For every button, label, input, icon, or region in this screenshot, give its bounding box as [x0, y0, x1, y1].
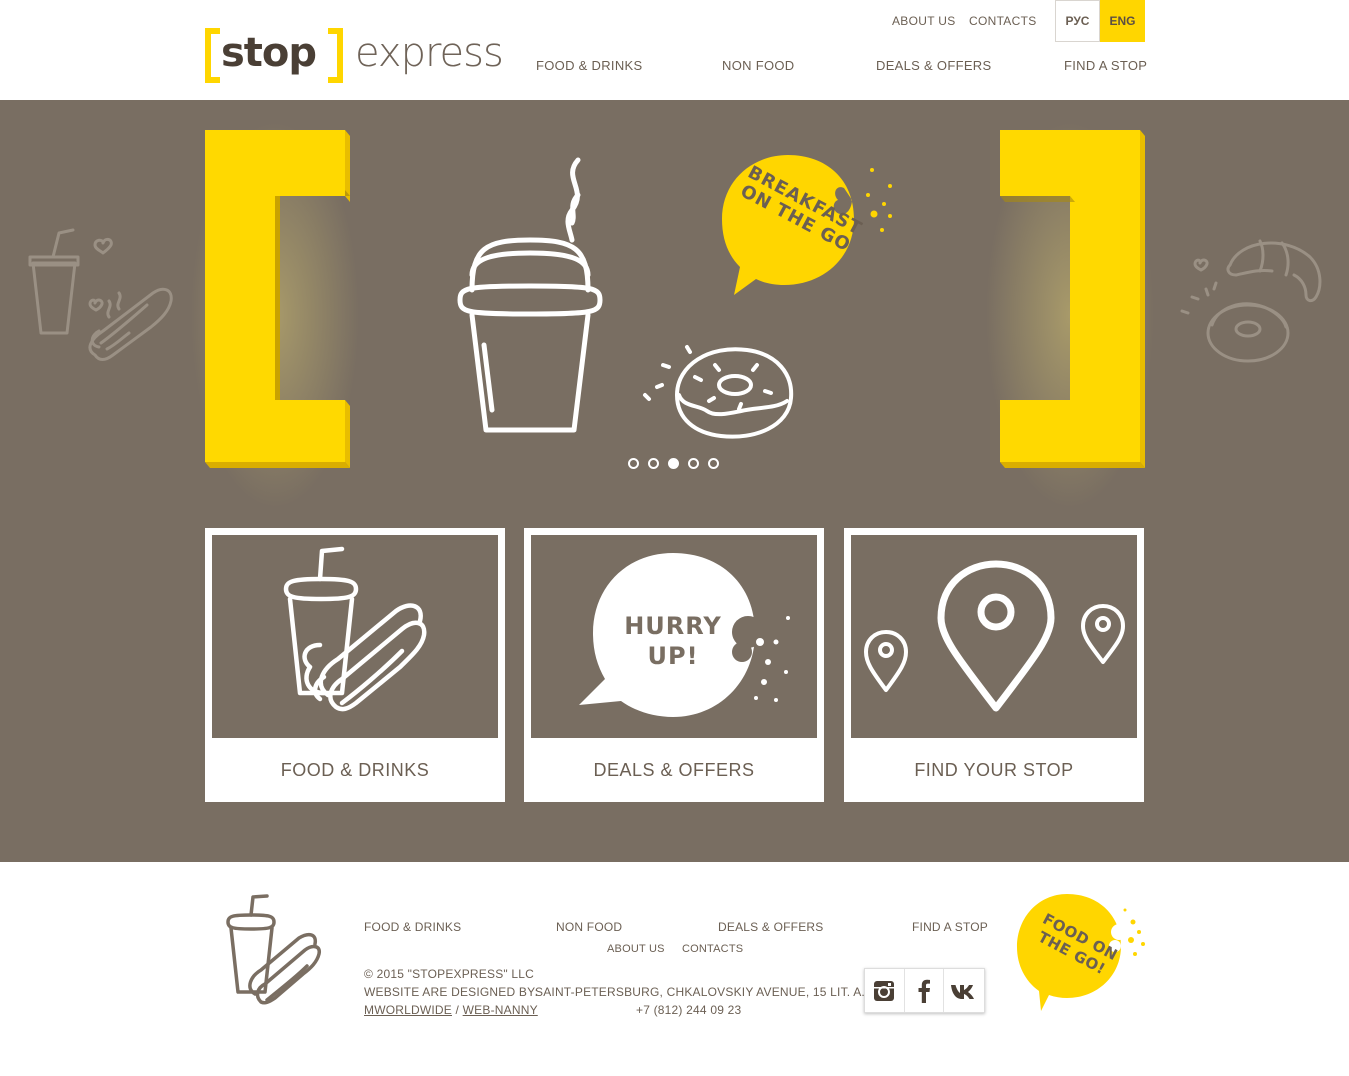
card-food-drinks[interactable]: FOOD & DRINKS	[205, 528, 505, 802]
facebook-button[interactable]	[905, 969, 945, 1012]
about-us-link[interactable]: ABOUT US	[892, 14, 956, 28]
site-header: stop express ABOUT US CONTACTS РУС ENG F…	[0, 0, 1349, 100]
footer-copyright: © 2015 "STOPEXPRESS" LLC	[364, 967, 535, 981]
footer-nav-find-a-stop[interactable]: FIND A STOP	[912, 920, 988, 934]
stop-express-logo[interactable]: stop express	[205, 28, 515, 84]
instagram-button[interactable]	[865, 969, 905, 1012]
logo-bracket-right	[328, 28, 343, 83]
designer-separator: /	[455, 1003, 460, 1017]
logo-stop-text: stop	[221, 30, 317, 76]
card-food-drinks-image	[212, 535, 498, 738]
coffee-cup-icon	[457, 157, 603, 433]
slider-dot-1[interactable]	[628, 458, 639, 469]
footer-designers: MWORLDWIDE / WEB-NANNY	[364, 1003, 538, 1017]
footer-nav-food-drinks[interactable]: FOOD & DRINKS	[364, 920, 461, 934]
logo-bracket-left	[205, 28, 220, 83]
slider-dots	[628, 458, 719, 469]
footer-nav-non-food[interactable]: NON FOOD	[556, 920, 622, 934]
lang-ru-button[interactable]: РУС	[1055, 0, 1100, 42]
card-find-your-stop-image	[851, 535, 1137, 738]
facebook-icon	[918, 979, 930, 1003]
card-find-your-stop[interactable]: FIND YOUR STOP	[844, 528, 1144, 802]
designer-web-nanny-link[interactable]: WEB-NANNY	[463, 1003, 538, 1017]
hurry-up-line1: HURRY	[624, 612, 722, 640]
footer-drink-hotdog-icon	[226, 894, 322, 1005]
language-switcher: РУС ENG	[1055, 0, 1145, 42]
footer-about-us-link[interactable]: ABOUT US	[607, 943, 665, 955]
footer-nav-deals-offers[interactable]: DEALS & OFFERS	[718, 920, 824, 934]
right-bracket-icon	[1000, 130, 1145, 468]
contacts-link[interactable]: CONTACTS	[969, 14, 1037, 28]
croissant-donut-doodle-icon	[1180, 239, 1322, 363]
site-footer: FOOD & DRINKS NON FOOD DEALS & OFFERS FI…	[0, 862, 1349, 1076]
social-links	[864, 968, 985, 1013]
nav-food-drinks[interactable]: FOOD & DRINKS	[536, 58, 642, 73]
vk-icon	[951, 984, 975, 999]
nav-find-a-stop[interactable]: FIND A STOP	[1064, 58, 1147, 73]
card-find-your-stop-label: FIND YOUR STOP	[914, 760, 1074, 780]
footer-address: SAINT-PETERSBURG, CHKALOVSKIY AVENUE, 15…	[535, 985, 865, 999]
left-bracket-icon	[205, 130, 350, 468]
map-pin-icon	[864, 560, 1125, 712]
hero-section: BREAKFAST ON THE GO FOOD & DRINKS HURRY …	[0, 100, 1349, 862]
drink-hotdog-doodle-icon	[28, 228, 173, 361]
hurry-up-line2: UP!	[647, 642, 699, 670]
slider-dot-4[interactable]	[688, 458, 699, 469]
lang-en-button[interactable]: ENG	[1100, 0, 1145, 42]
footer-contacts-link[interactable]: CONTACTS	[682, 943, 743, 955]
card-deals-offers-image: HURRY UP!	[531, 535, 817, 738]
nav-non-food[interactable]: NON FOOD	[722, 58, 794, 73]
designer-mworldwide-link[interactable]: MWORLDWIDE	[364, 1003, 452, 1017]
card-deals-offers-label: DEALS & OFFERS	[593, 760, 755, 780]
logo-express-text: express	[355, 30, 504, 76]
nav-deals-offers[interactable]: DEALS & OFFERS	[876, 58, 991, 73]
donut-icon	[643, 345, 794, 439]
vk-button[interactable]	[944, 969, 984, 1012]
card-deals-offers[interactable]: HURRY UP! DEALS & OFFERS	[524, 528, 824, 802]
drink-hotdog-icon	[283, 546, 427, 712]
slider-dot-2[interactable]	[648, 458, 659, 469]
slider-dot-3[interactable]	[668, 458, 679, 469]
card-food-drinks-label: FOOD & DRINKS	[280, 760, 430, 780]
footer-phone: +7 (812) 244 09 23	[636, 1003, 742, 1017]
footer-designed-by: WEBSITE ARE DESIGNED BY:	[364, 985, 539, 999]
slider-dot-5[interactable]	[708, 458, 719, 469]
hurry-up-text: HURRY UP!	[613, 611, 733, 671]
instagram-icon	[874, 980, 895, 1001]
